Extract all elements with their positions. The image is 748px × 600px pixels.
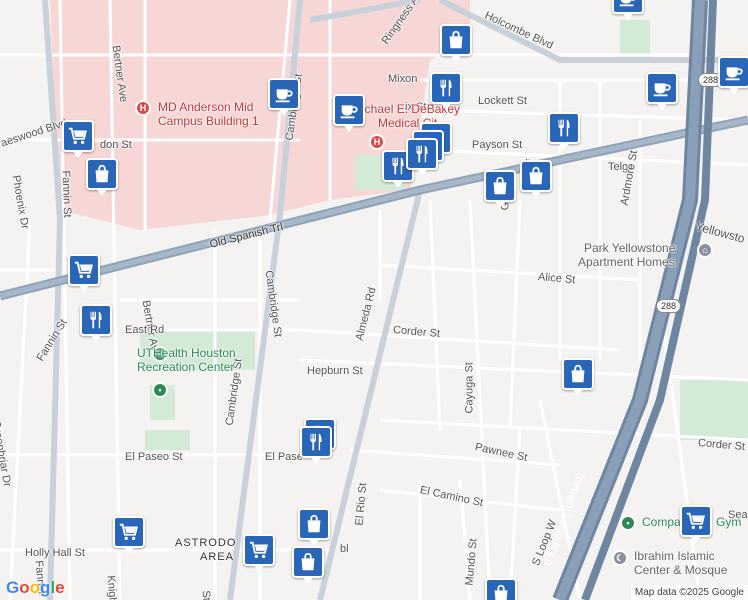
street-label: Holly Hall St: [25, 547, 85, 559]
fork-knife-icon: [300, 426, 332, 458]
street-label: Fannin St: [59, 170, 74, 218]
grocery-marker[interactable]: [113, 516, 145, 556]
poi-label[interactable]: Apartment Homes: [578, 256, 675, 268]
coffee-icon: [333, 94, 365, 126]
poi-label[interactable]: Recreation Center: [137, 361, 234, 373]
grocery-marker[interactable]: [62, 120, 94, 160]
street-label: St: [199, 589, 213, 600]
shopping-marker[interactable]: [520, 160, 552, 200]
shopping-marker[interactable]: [485, 578, 517, 600]
grocery-marker[interactable]: [243, 534, 275, 574]
hospital-icon[interactable]: H: [369, 134, 385, 150]
restaurant-marker[interactable]: [300, 426, 332, 466]
coffee-icon: [718, 56, 748, 88]
green-area: [680, 380, 748, 440]
coffee-icon: [268, 78, 300, 110]
street-label: Hepburn St: [307, 365, 363, 377]
shopping-bag-icon: [485, 578, 517, 600]
shopping-marker[interactable]: [86, 158, 118, 198]
green-area: [145, 430, 190, 450]
shopping-bag-icon: [440, 24, 472, 56]
map-attribution[interactable]: Map data ©2025 Google: [630, 585, 748, 600]
poi-label[interactable]: MD Anderson Mid: [158, 101, 253, 113]
restaurant-marker[interactable]: [430, 72, 462, 112]
shopping-bag-icon: [292, 546, 324, 578]
poi-label[interactable]: Ibrahim Islamic: [634, 550, 715, 562]
area-label: ASTRODO: [175, 537, 237, 549]
google-logo: Google: [6, 578, 65, 597]
building-icon[interactable]: ⌂: [697, 242, 713, 258]
shopping-marker[interactable]: [484, 170, 516, 210]
mosque-icon[interactable]: ☾: [612, 550, 628, 566]
poi-label[interactable]: Campus Building 1: [158, 115, 259, 127]
fork-knife-icon: [80, 304, 112, 336]
shopping-marker[interactable]: [292, 546, 324, 586]
street-label: Mixon: [388, 73, 418, 85]
shopping-bag-icon: [298, 508, 330, 540]
poi-label[interactable]: UTHealth Houston: [137, 347, 236, 359]
street-label: Lockett St: [478, 95, 527, 107]
street-label: don St: [100, 139, 132, 151]
fork-knife-icon: [406, 138, 438, 170]
cart-icon: [243, 534, 275, 566]
shopping-bag-icon: [562, 358, 594, 390]
street-label: El Pase: [265, 451, 303, 463]
cafe-marker[interactable]: [268, 78, 300, 118]
poi-label[interactable]: Park Yellowstone: [584, 242, 675, 254]
shopping-bag-icon: [484, 170, 516, 202]
gym-icon[interactable]: •: [620, 515, 636, 531]
cart-icon: [113, 516, 145, 548]
cafe-marker[interactable]: [718, 56, 748, 96]
street-label: bl: [340, 543, 349, 555]
grocery-marker[interactable]: [680, 505, 712, 545]
cafe-marker[interactable]: [646, 72, 678, 112]
poi-label[interactable]: Gym: [716, 516, 741, 528]
restaurant-marker[interactable]: [406, 138, 438, 178]
street-label: East Rd: [125, 324, 165, 336]
street-label: El Paseo St: [125, 451, 183, 463]
hospital-icon[interactable]: H: [135, 100, 151, 116]
park-icon[interactable]: •: [152, 382, 168, 398]
cart-icon: [62, 120, 94, 152]
cafe-marker[interactable]: [333, 94, 365, 134]
fork-knife-icon: [430, 72, 462, 104]
restaurant-marker[interactable]: [548, 112, 580, 152]
cafe-marker[interactable]: [612, 0, 644, 22]
street-label: Cayuga St: [463, 362, 476, 414]
fork-knife-icon: [548, 112, 580, 144]
highway-shield: 288: [656, 299, 682, 313]
grocery-marker[interactable]: [68, 254, 100, 294]
cart-icon: [68, 254, 100, 286]
restaurant-marker[interactable]: [80, 304, 112, 344]
shopping-marker[interactable]: [298, 508, 330, 548]
shopping-marker[interactable]: [440, 24, 472, 64]
poi-label[interactable]: Compa: [642, 516, 681, 528]
area-label: AREA: [200, 551, 234, 563]
shopping-bag-icon: [520, 160, 552, 192]
street-label: Payson St: [472, 139, 523, 151]
poi-label[interactable]: Center & Mosque: [634, 564, 727, 576]
shopping-marker[interactable]: [562, 358, 594, 398]
shopping-bag-icon: [86, 158, 118, 190]
coffee-icon: [646, 72, 678, 104]
cart-icon: [680, 505, 712, 537]
map-canvas[interactable]: 288 288 Holcombe Blvd Ringness Ave Mixon…: [0, 0, 748, 600]
